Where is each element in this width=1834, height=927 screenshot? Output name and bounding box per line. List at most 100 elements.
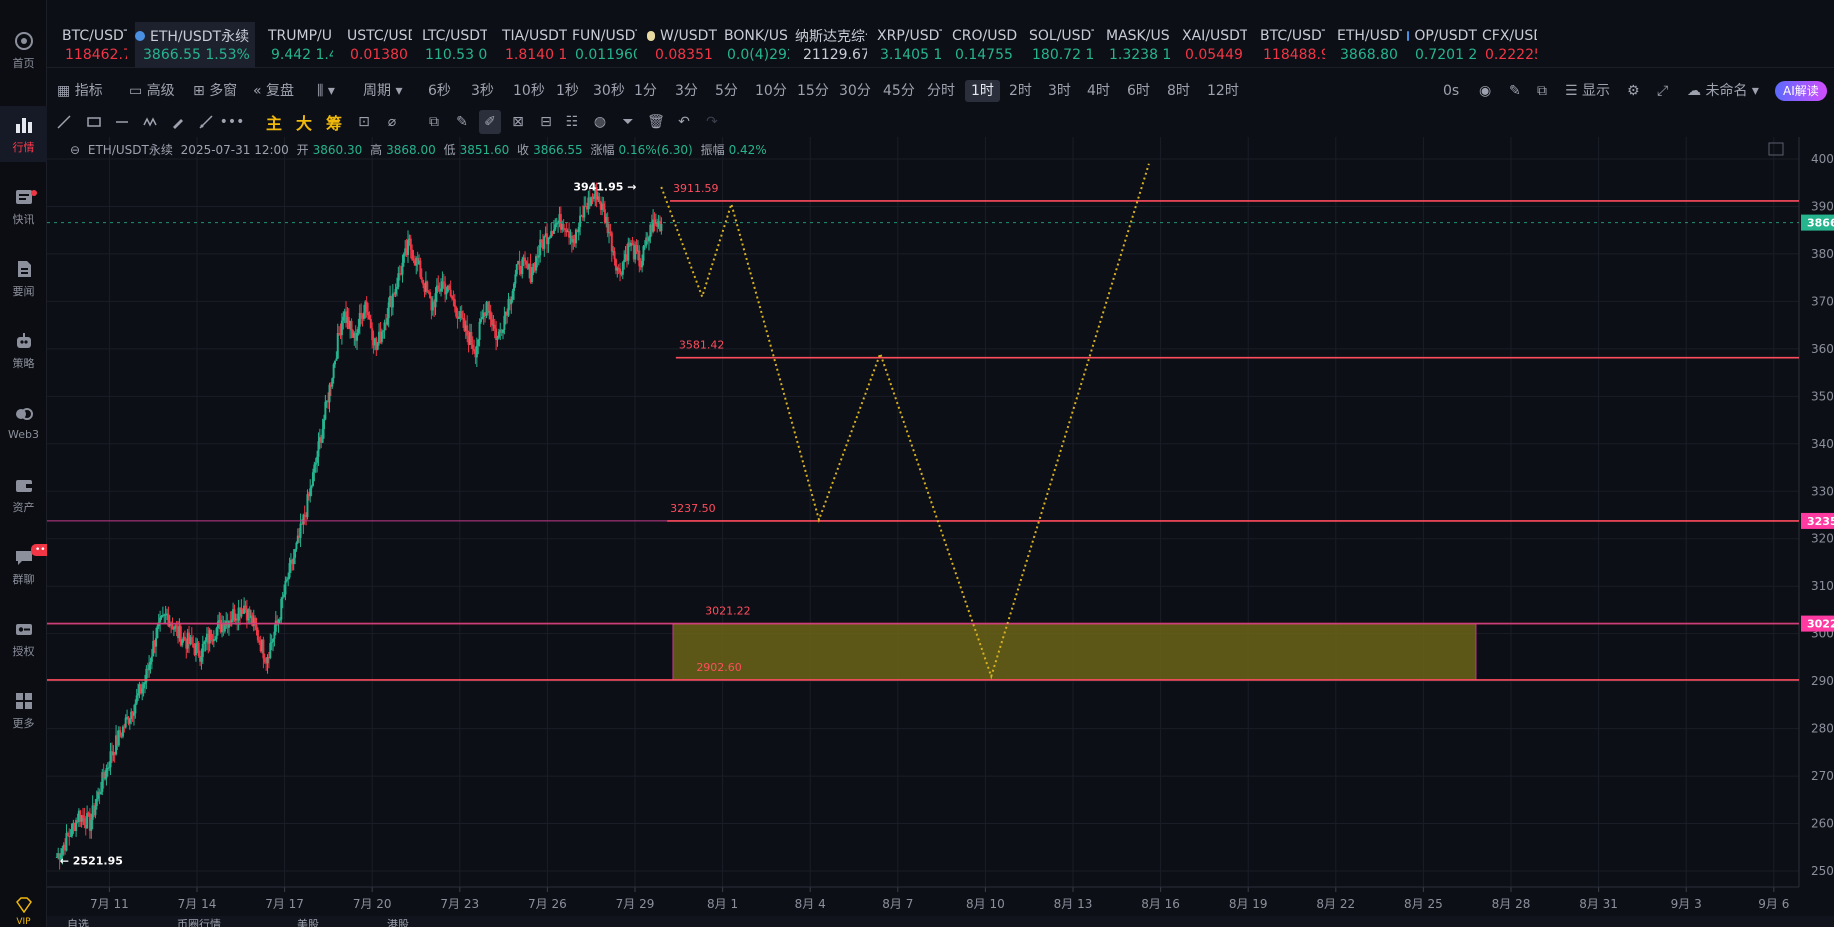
ticker-item[interactable]: MASK/USDT 1.3238 1.3% xyxy=(1101,22,1171,68)
timeframe-1[interactable]: 6秒 xyxy=(428,80,451,102)
chart-type-dropdown[interactable]: ⫼ ▾ xyxy=(317,80,335,102)
erase-icon[interactable]: ⌀ xyxy=(381,110,403,134)
replay-button[interactable]: « 复盘 xyxy=(253,80,294,102)
camera-icon[interactable]: ◉ xyxy=(1479,80,1491,102)
ticker-item[interactable]: ETH/USDT 3868.80 1.5% xyxy=(1332,22,1402,68)
ai-interpret-button[interactable]: AI解读 xyxy=(1775,81,1827,101)
chips-tool[interactable]: 筹 xyxy=(323,110,345,134)
magnet-icon[interactable]: ◍ xyxy=(589,110,611,134)
ticker-item[interactable]: TIA/USDT 1.8140 1.6% xyxy=(497,22,567,68)
ticker-item[interactable]: CRO/USDT 0.14755 0.5% xyxy=(947,22,1017,68)
timeframe-6[interactable]: 1分 xyxy=(634,80,657,102)
ticker-item[interactable]: USTC/USDT 0.01380 3.1% xyxy=(342,22,412,68)
sidebar-item-auth[interactable]: 授权 xyxy=(0,610,47,666)
layout-dropdown[interactable]: ☁ 未命名 ▾ xyxy=(1687,80,1759,102)
filter-icon[interactable]: ⏷ xyxy=(617,110,639,134)
ticker-item[interactable]: W/USDT 0.08351 2.4% xyxy=(647,22,717,68)
ticker-item[interactable]: LTC/USDT 110.53 0.04% xyxy=(417,22,487,68)
candle-body xyxy=(638,250,641,267)
bottom-tab[interactable]: 美股 xyxy=(297,916,319,927)
edit-icon[interactable]: ⧉ xyxy=(1537,80,1547,102)
price-chart[interactable]: 4000 3900 3800 3700 3600 3500 3400 3300 3200 3100… xyxy=(47,137,1834,912)
ticker-item[interactable]: CFX/USDT 0.22225 -2 xyxy=(1477,22,1537,68)
timeframe-18[interactable]: 6时 xyxy=(1127,80,1150,102)
multi-window-button[interactable]: ⊞ 多窗 xyxy=(193,80,237,102)
big-order-tool[interactable]: 大 xyxy=(293,110,315,134)
collapse-icon[interactable]: ⊖ xyxy=(70,143,80,157)
ticker-item[interactable]: BONK/USDT 0.0(4)2926 xyxy=(719,22,789,68)
timeframe-8[interactable]: 5分 xyxy=(715,80,738,102)
sidebar-item-flash[interactable]: 快讯 xyxy=(0,178,47,234)
candle-body xyxy=(90,819,93,831)
wave-tool-icon[interactable] xyxy=(139,110,161,134)
brush-tool-icon[interactable] xyxy=(167,110,189,134)
pen-icon[interactable]: ✎ xyxy=(1509,80,1521,102)
ray-tool-icon[interactable] xyxy=(195,110,217,134)
more-tools-icon[interactable]: ••• xyxy=(220,110,245,134)
candle-body xyxy=(643,245,646,247)
ticker-item[interactable]: OP/USDT 0.7201 2% xyxy=(1407,22,1477,68)
timeframe-11[interactable]: 30分 xyxy=(839,80,871,102)
trash-icon[interactable]: 🗑 xyxy=(645,110,667,134)
bottom-tab[interactable]: 港股 xyxy=(387,916,409,927)
timeframe-9[interactable]: 10分 xyxy=(755,80,787,102)
gear-icon[interactable]: ⚙ xyxy=(1627,80,1640,102)
advanced-button[interactable]: ▭ 高级 xyxy=(129,80,175,102)
sidebar-item-label: 群聊 xyxy=(12,572,35,586)
candle-body xyxy=(295,542,298,550)
ticker-item[interactable]: SOL/USDT 180.72 1.7% xyxy=(1024,22,1094,68)
sidebar-item-strategy[interactable]: 策略 xyxy=(0,322,47,378)
ticker-item[interactable]: XRP/USDT 3.1405 1.4% xyxy=(872,22,942,68)
timeframe-20[interactable]: 12时 xyxy=(1207,80,1239,102)
ticker-item[interactable]: 纳斯达克综合 21129.67 0.00 xyxy=(795,22,867,68)
ticker-item[interactable]: BTC/USDT 118462.7 0.12% xyxy=(57,22,127,68)
timeframe-10[interactable]: 15分 xyxy=(797,80,829,102)
compare-icon[interactable]: ⊡ xyxy=(353,110,375,134)
sidebar-item-news[interactable]: 要闻 xyxy=(0,250,47,306)
sidebar-item-more[interactable]: 更多 xyxy=(0,682,47,738)
sidebar-item-home[interactable]: 首页 xyxy=(0,22,47,78)
timeframe-16[interactable]: 3时 xyxy=(1048,80,1071,102)
timeframe-4[interactable]: 1秒 xyxy=(556,80,579,102)
fullscreen-icon[interactable]: ⤢ xyxy=(1657,80,1668,102)
timeframe-3[interactable]: 10秒 xyxy=(513,80,545,102)
redo-icon[interactable]: ↷ xyxy=(701,110,723,134)
sidebar-item-chat[interactable]: ••• 群聊 xyxy=(0,538,55,594)
horizontal-line-tool-icon[interactable] xyxy=(111,110,133,134)
sidebar-item-vip[interactable]: VIP xyxy=(0,895,47,927)
x-tick-label: 8月 16 xyxy=(1141,897,1180,911)
sidebar-item-assets[interactable]: 资产 xyxy=(0,466,47,522)
main-indicator-tool[interactable]: 主 xyxy=(263,110,285,134)
pencil-icon[interactable]: ✎ xyxy=(451,110,473,134)
timeframe-17[interactable]: 4时 xyxy=(1087,80,1110,102)
template-icon[interactable]: ☷ xyxy=(561,110,583,134)
indicator-button[interactable]: ▦ 指标 xyxy=(57,80,103,102)
measure-icon[interactable]: ⊠ xyxy=(507,110,529,134)
timeframe-12[interactable]: 45分 xyxy=(883,80,915,102)
copy-icon[interactable]: ⧉ xyxy=(423,110,445,134)
timeframe-15[interactable]: 2时 xyxy=(1009,80,1032,102)
rectangle-tool-icon[interactable] xyxy=(83,110,105,134)
bottom-tab[interactable]: 币圈行情 xyxy=(177,916,221,927)
timeframe-7[interactable]: 3分 xyxy=(675,80,698,102)
timeframe-2[interactable]: 3秒 xyxy=(471,80,494,102)
period-dropdown[interactable]: 周期 ▾ xyxy=(363,80,402,102)
ticker-item[interactable]: TRUMP/USDT 9.442 1.47% xyxy=(263,22,333,68)
sidebar-item-web3[interactable]: Web3 xyxy=(0,394,47,450)
ticker-item[interactable]: BTC/USDT 118488.9 0.1% xyxy=(1255,22,1325,68)
timeframe-13[interactable]: 分时 xyxy=(927,80,955,102)
display-button[interactable]: ☰ 显示 xyxy=(1565,80,1610,102)
candle-body xyxy=(263,658,266,663)
ticker-item[interactable]: ETH/USDT永续 3866.55 1.53% xyxy=(135,22,255,68)
line-tool-icon[interactable] xyxy=(53,110,75,134)
ticker-item[interactable]: FUN/USDT 0.011960 - xyxy=(567,22,637,68)
timeframe-19[interactable]: 8时 xyxy=(1167,80,1190,102)
sidebar-item-market[interactable]: 行情 xyxy=(0,106,47,162)
bottom-tab[interactable]: 自选 xyxy=(67,916,89,927)
undo-icon[interactable]: ↶ xyxy=(673,110,695,134)
draw-mode-icon[interactable]: ✐ xyxy=(479,110,501,134)
lock-icon[interactable]: ⊟ xyxy=(535,110,557,134)
timeframe-14[interactable]: 1时 xyxy=(965,80,1000,102)
timeframe-5[interactable]: 30秒 xyxy=(593,80,625,102)
ticker-item[interactable]: XAI/USDT 0.05449 2.2% xyxy=(1177,22,1247,68)
